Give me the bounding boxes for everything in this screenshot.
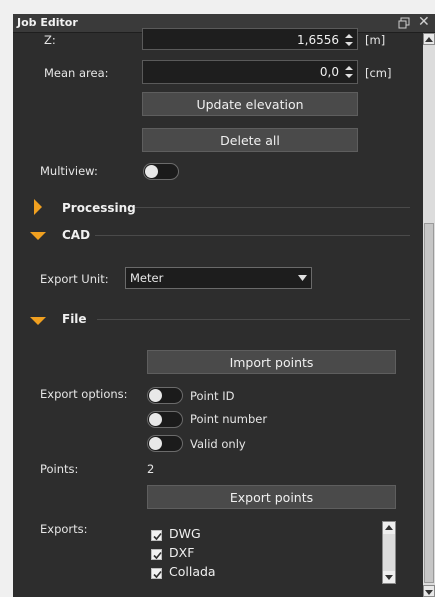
points-label: Points: bbox=[40, 462, 79, 476]
chevron-right-icon[interactable] bbox=[33, 198, 43, 216]
scroll-down-icon[interactable] bbox=[423, 585, 435, 597]
points-value: 2 bbox=[147, 462, 155, 476]
point-number-label: Point number bbox=[190, 412, 268, 426]
restore-icon[interactable] bbox=[398, 17, 410, 29]
multiview-label: Multiview: bbox=[40, 164, 98, 178]
section-file[interactable]: File bbox=[62, 312, 87, 326]
section-divider bbox=[95, 235, 410, 236]
exports-list[interactable]: DWG DXF Collada bbox=[144, 520, 400, 585]
z-input[interactable]: 1,6556 bbox=[142, 28, 358, 50]
multiview-toggle[interactable] bbox=[143, 163, 179, 180]
chevron-down-icon[interactable] bbox=[29, 231, 47, 241]
mean-area-input[interactable]: 0,0 bbox=[142, 60, 358, 84]
spin-arrows-icon[interactable] bbox=[344, 64, 354, 80]
section-divider bbox=[97, 319, 410, 320]
scroll-thumb[interactable] bbox=[424, 223, 434, 583]
section-divider bbox=[135, 207, 410, 208]
exports-label: Exports: bbox=[40, 522, 88, 536]
export-points-button[interactable]: Export points bbox=[147, 485, 396, 509]
scroll-up-icon[interactable] bbox=[383, 522, 395, 534]
scroll-up-icon[interactable] bbox=[423, 33, 435, 45]
job-editor-panel: Job Editor ✕ Z: 1,6556 [m] Mean area: 0,… bbox=[13, 14, 435, 597]
scroll-down-icon[interactable] bbox=[383, 571, 395, 583]
list-item-collada[interactable]: Collada bbox=[169, 564, 216, 579]
mean-area-unit: [cm] bbox=[365, 66, 392, 80]
delete-all-button[interactable]: Delete all bbox=[142, 128, 358, 152]
dropdown-arrow-icon bbox=[298, 275, 307, 281]
close-icon[interactable]: ✕ bbox=[418, 14, 430, 30]
point-number-toggle[interactable] bbox=[147, 411, 183, 428]
spin-arrows-icon[interactable] bbox=[344, 32, 354, 48]
checkbox-checked-icon[interactable] bbox=[151, 549, 162, 560]
update-elevation-button[interactable]: Update elevation bbox=[142, 92, 358, 116]
list-item-dxf[interactable]: DXF bbox=[169, 545, 194, 560]
export-unit-dropdown[interactable]: Meter bbox=[125, 267, 312, 289]
checkbox-checked-icon[interactable] bbox=[151, 568, 162, 579]
z-label: Z: bbox=[44, 33, 56, 47]
chevron-down-icon[interactable] bbox=[29, 316, 47, 326]
section-processing[interactable]: Processing bbox=[62, 201, 136, 215]
import-points-button[interactable]: Import points bbox=[147, 350, 396, 374]
z-value: 1,6556 bbox=[297, 33, 339, 47]
point-id-toggle[interactable] bbox=[147, 387, 183, 404]
valid-only-toggle[interactable] bbox=[147, 435, 183, 452]
mean-area-value: 0,0 bbox=[319, 65, 339, 79]
export-unit-label: Export Unit: bbox=[40, 272, 109, 286]
export-options-label: Export options: bbox=[40, 387, 128, 401]
section-cad[interactable]: CAD bbox=[62, 228, 90, 242]
export-unit-value: Meter bbox=[130, 271, 164, 285]
point-id-label: Point ID bbox=[190, 389, 235, 403]
list-item-dwg[interactable]: DWG bbox=[169, 526, 201, 541]
checkbox-checked-icon[interactable] bbox=[151, 530, 162, 541]
mean-area-label: Mean area: bbox=[44, 66, 109, 80]
z-unit: [m] bbox=[365, 33, 386, 47]
window-title: Job Editor bbox=[17, 16, 78, 29]
valid-only-label: Valid only bbox=[190, 437, 246, 451]
panel-scrollbar[interactable] bbox=[423, 33, 435, 597]
exports-list-scrollbar[interactable] bbox=[382, 521, 396, 584]
